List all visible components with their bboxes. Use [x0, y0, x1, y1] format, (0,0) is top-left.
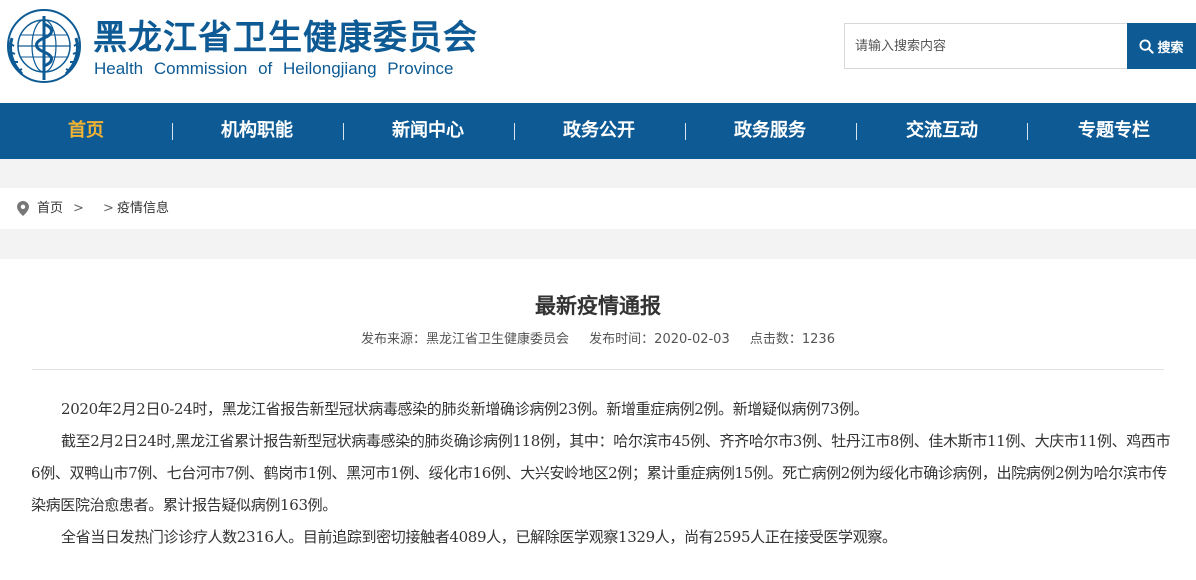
- nav-item-news[interactable]: 新闻中心: [378, 103, 478, 159]
- article-divider: [32, 369, 1164, 370]
- nav-item-interaction[interactable]: 交流互动: [892, 103, 992, 159]
- breadcrumb-current-link[interactable]: 疫情信息: [117, 200, 169, 217]
- nav-separator: [1027, 123, 1028, 140]
- nav-separator: [343, 123, 344, 140]
- search-button[interactable]: 搜索: [1127, 23, 1196, 69]
- article-publish-time: 发布时间：2020-02-03: [589, 332, 730, 347]
- breadcrumb-separator: >: [73, 201, 84, 216]
- breadcrumb-home-link[interactable]: 首页: [37, 200, 63, 217]
- nav-item-government-affairs[interactable]: 政务公开: [549, 103, 649, 159]
- search-input[interactable]: [844, 23, 1127, 69]
- nav-item-home[interactable]: 首页: [46, 103, 126, 159]
- nav-separator: [514, 123, 515, 140]
- location-pin-icon: [17, 201, 29, 216]
- breadcrumb-separator: >: [103, 201, 114, 216]
- nav-item-topics[interactable]: 专题专栏: [1064, 103, 1164, 159]
- nav-item-services[interactable]: 政务服务: [720, 103, 820, 159]
- nav-item-organization[interactable]: 机构职能: [207, 103, 307, 159]
- site-title-english[interactable]: Health Commission of Heilongjiang Provin…: [94, 59, 453, 79]
- article-body: 2020年2月2日0-24时，黑龙江省报告新型冠状病毒感染的肺炎新增确诊病例23…: [31, 393, 1171, 553]
- search-icon: [1139, 38, 1155, 54]
- nav-separator: [172, 123, 173, 140]
- nav-separator: [685, 123, 686, 140]
- article-paragraph: 2020年2月2日0-24时，黑龙江省报告新型冠状病毒感染的肺炎新增确诊病例23…: [61, 400, 869, 418]
- article-view-count: 点击数：1236: [749, 332, 835, 347]
- article-source: 发布来源：黑龙江省卫生健康委员会: [361, 332, 570, 347]
- article-paragraph: 全省当日发热门诊诊疗人数2316人。目前追踪到密切接触者4089人，已解除医学观…: [61, 528, 897, 546]
- site-title-chinese[interactable]: 黑龙江省卫生健康委员会: [93, 18, 478, 58]
- breadcrumb: 首页 > > 疫情信息: [0, 188, 1196, 229]
- site-header: 黑龙江省卫生健康委员会 Health Commission of Heilong…: [0, 0, 1196, 103]
- who-emblem-icon[interactable]: [4, 6, 84, 86]
- search-button-label: 搜索: [1157, 40, 1184, 56]
- article-title: 最新疫情通报: [535, 294, 661, 318]
- main-nav: 首页 机构职能 新闻中心 政务公开 政务服务 交流互动 专题专栏: [0, 103, 1196, 159]
- article-paragraph: 截至2月2日24时,黑龙江省累计报告新型冠状病毒感染的肺炎确诊病例118例，其中…: [31, 432, 1171, 514]
- nav-separator: [856, 123, 857, 140]
- article-meta: 发布来源：黑龙江省卫生健康委员会 发布时间：2020-02-03 点击数：123…: [0, 331, 1196, 349]
